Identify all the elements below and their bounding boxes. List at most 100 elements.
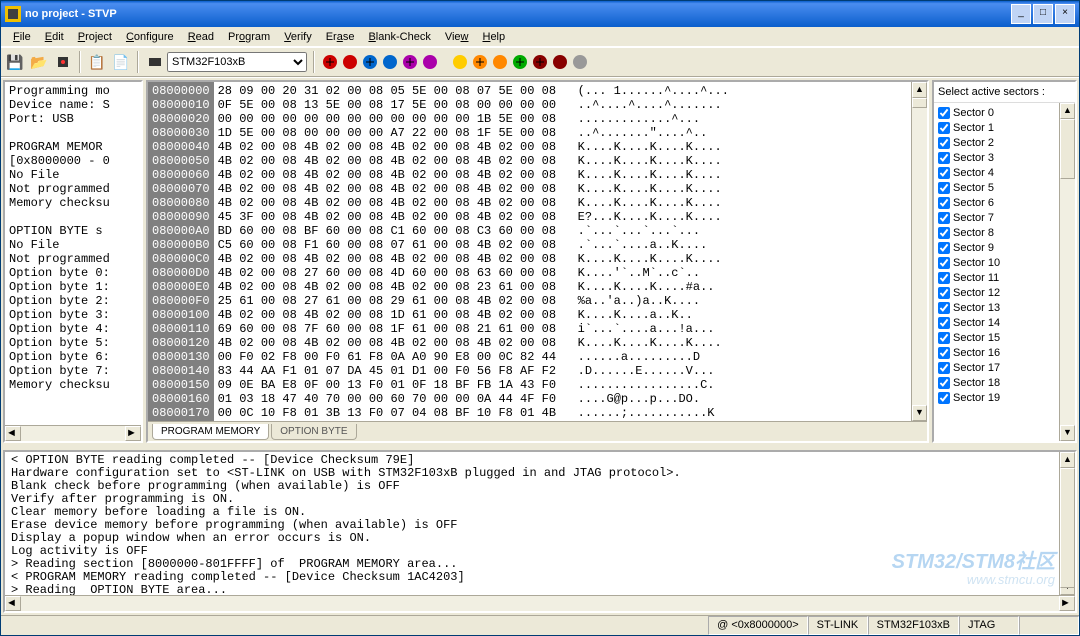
chip-button[interactable] xyxy=(53,52,73,72)
hex-addresses: 08000000 08000010 08000020 08000030 0800… xyxy=(148,82,214,421)
sector-item[interactable]: Sector 12 xyxy=(938,285,1055,300)
hex-dump[interactable]: 28 09 00 20 31 02 00 08 05 5E 00 08 07 5… xyxy=(214,82,911,421)
sector-label: Sector 0 xyxy=(953,107,994,119)
status-address: @ <0x8000000> xyxy=(708,616,808,635)
menu-configure[interactable]: Configure xyxy=(120,29,180,45)
action-program-icon[interactable] xyxy=(381,53,399,71)
sector-checkbox[interactable] xyxy=(938,152,950,164)
action-darkred-all-icon[interactable] xyxy=(531,53,549,71)
sectors-scroll-v[interactable]: ▲ ▼ xyxy=(1059,103,1075,441)
save-button[interactable]: 💾 xyxy=(5,52,25,72)
sector-item[interactable]: Sector 7 xyxy=(938,210,1055,225)
sector-checkbox[interactable] xyxy=(938,362,950,374)
sector-label: Sector 17 xyxy=(953,362,1000,374)
open-button[interactable]: 📂 xyxy=(29,52,49,72)
sector-checkbox[interactable] xyxy=(938,302,950,314)
sector-item[interactable]: Sector 19 xyxy=(938,390,1055,405)
sector-item[interactable]: Sector 8 xyxy=(938,225,1055,240)
hex-scroll-v[interactable]: ▲ ▼ xyxy=(911,82,927,421)
sector-checkbox[interactable] xyxy=(938,257,950,269)
action-orange-icon[interactable] xyxy=(491,53,509,71)
log-text[interactable]: < OPTION BYTE reading completed -- [Devi… xyxy=(5,452,1059,595)
action-verify-icon[interactable] xyxy=(421,53,439,71)
menu-erase[interactable]: Erase xyxy=(320,29,361,45)
sector-item[interactable]: Sector 14 xyxy=(938,315,1055,330)
sector-label: Sector 11 xyxy=(953,272,999,284)
sector-item[interactable]: Sector 5 xyxy=(938,180,1055,195)
sector-checkbox[interactable] xyxy=(938,122,950,134)
sector-item[interactable]: Sector 6 xyxy=(938,195,1055,210)
menu-read[interactable]: Read xyxy=(182,29,220,45)
menu-project[interactable]: Project xyxy=(72,29,118,45)
sector-checkbox[interactable] xyxy=(938,212,950,224)
sector-checkbox[interactable] xyxy=(938,392,950,404)
sector-checkbox[interactable] xyxy=(938,107,950,119)
sector-checkbox[interactable] xyxy=(938,287,950,299)
action-green-all-icon[interactable] xyxy=(511,53,529,71)
sector-checkbox[interactable] xyxy=(938,332,950,344)
sector-item[interactable]: Sector 10 xyxy=(938,255,1055,270)
sector-checkbox[interactable] xyxy=(938,227,950,239)
app-window: no project - STVP _ □ × File Edit Projec… xyxy=(0,0,1080,636)
menu-verify[interactable]: Verify xyxy=(278,29,318,45)
paste-button[interactable]: 📄 xyxy=(111,52,131,72)
sector-item[interactable]: Sector 17 xyxy=(938,360,1055,375)
sector-checkbox[interactable] xyxy=(938,242,950,254)
sector-item[interactable]: Sector 2 xyxy=(938,135,1055,150)
action-darkred-icon[interactable] xyxy=(551,53,569,71)
sector-item[interactable]: Sector 9 xyxy=(938,240,1055,255)
minimize-button[interactable]: _ xyxy=(1011,4,1031,24)
action-verify-all-icon[interactable] xyxy=(401,53,419,71)
action-program-all-icon[interactable] xyxy=(361,53,379,71)
sector-item[interactable]: Sector 0 xyxy=(938,105,1055,120)
sector-item[interactable]: Sector 13 xyxy=(938,300,1055,315)
title-bar[interactable]: no project - STVP _ □ × xyxy=(1,1,1079,27)
sector-item[interactable]: Sector 1 xyxy=(938,120,1055,135)
menu-program[interactable]: Program xyxy=(222,29,276,45)
info-scroll-h[interactable]: ◄► xyxy=(5,425,141,441)
copy-button[interactable]: 📋 xyxy=(87,52,107,72)
sector-label: Sector 13 xyxy=(953,302,1000,314)
menu-help[interactable]: Help xyxy=(476,29,511,45)
sector-label: Sector 19 xyxy=(953,392,1000,404)
sector-item[interactable]: Sector 15 xyxy=(938,330,1055,345)
sector-item[interactable]: Sector 4 xyxy=(938,165,1055,180)
device-selector[interactable]: STM32F103xB xyxy=(167,52,307,72)
action-read-icon[interactable] xyxy=(341,53,359,71)
sector-label: Sector 18 xyxy=(953,377,1000,389)
action-gray-icon[interactable] xyxy=(571,53,589,71)
tab-program-memory[interactable]: PROGRAM MEMORY xyxy=(152,424,269,440)
action-orange-all-icon[interactable] xyxy=(471,53,489,71)
top-split: Programming mo Device name: S Port: USB … xyxy=(1,77,1079,445)
sector-checkbox[interactable] xyxy=(938,197,950,209)
sector-item[interactable]: Sector 18 xyxy=(938,375,1055,390)
action-yellow-icon[interactable] xyxy=(451,53,469,71)
app-icon xyxy=(5,6,21,22)
menu-view[interactable]: View xyxy=(439,29,475,45)
sector-item[interactable]: Sector 11 xyxy=(938,270,1055,285)
sector-checkbox[interactable] xyxy=(938,272,950,284)
sector-checkbox[interactable] xyxy=(938,377,950,389)
sector-checkbox[interactable] xyxy=(938,317,950,329)
sector-checkbox[interactable] xyxy=(938,347,950,359)
menu-file[interactable]: File xyxy=(7,29,37,45)
log-scroll-v[interactable]: ▲ ▼ xyxy=(1059,452,1075,595)
sector-checkbox[interactable] xyxy=(938,137,950,149)
info-text: Programming mo Device name: S Port: USB … xyxy=(5,82,141,425)
sector-checkbox[interactable] xyxy=(938,167,950,179)
sector-label: Sector 3 xyxy=(953,152,994,164)
sector-checkbox[interactable] xyxy=(938,182,950,194)
sector-label: Sector 14 xyxy=(953,317,1000,329)
menu-blank-check[interactable]: Blank-Check xyxy=(362,29,436,45)
close-button[interactable]: × xyxy=(1055,4,1075,24)
sector-item[interactable]: Sector 3 xyxy=(938,150,1055,165)
action-read-all-icon[interactable] xyxy=(321,53,339,71)
sector-label: Sector 4 xyxy=(953,167,994,179)
maximize-button[interactable]: □ xyxy=(1033,4,1053,24)
sector-item[interactable]: Sector 16 xyxy=(938,345,1055,360)
log-scroll-h[interactable]: ◄► xyxy=(5,595,1075,611)
sector-label: Sector 15 xyxy=(953,332,1000,344)
menu-edit[interactable]: Edit xyxy=(39,29,70,45)
resize-grip[interactable] xyxy=(1019,616,1079,635)
tab-option-byte[interactable]: OPTION BYTE xyxy=(271,424,356,440)
